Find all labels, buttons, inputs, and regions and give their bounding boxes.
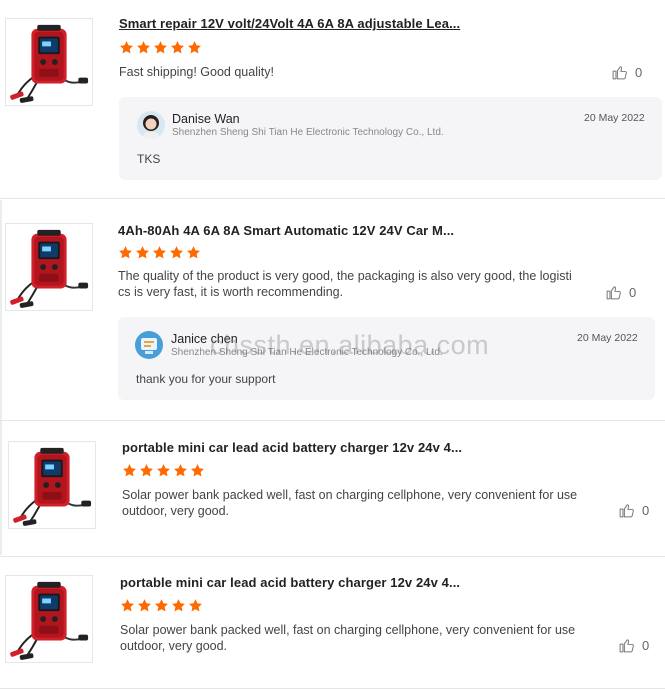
review-text-line: Solar power bank packed well, fast on ch… — [122, 488, 578, 502]
review-card: portable mini car lead acid battery char… — [0, 425, 665, 555]
star-icon — [120, 598, 135, 613]
review-card: 4Ah-80Ah 4A 6A 8A Smart Automatic 12V 24… — [0, 203, 665, 418]
like-button[interactable]: 0 — [611, 64, 642, 81]
rating-stars — [122, 463, 205, 478]
rating-stars — [120, 598, 203, 613]
like-count: 0 — [629, 285, 637, 300]
star-icon — [154, 598, 169, 613]
rating-stars — [118, 245, 201, 260]
supplier-company: Shenzhen Sheng Shi Tian He Electronic Te… — [172, 127, 444, 138]
star-icon — [186, 245, 201, 260]
divider — [0, 556, 665, 557]
rating-stars — [119, 40, 202, 55]
like-button[interactable]: 0 — [618, 502, 649, 519]
like-count: 0 — [635, 65, 643, 80]
review-text-line: Solar power bank packed well, fast on ch… — [120, 623, 576, 637]
thumbs-up-icon — [618, 637, 635, 654]
product-title-link[interactable]: Smart repair 12V volt/24Volt 4A 6A 8A ad… — [119, 16, 460, 31]
thumbs-up-icon — [605, 284, 622, 301]
product-thumbnail[interactable] — [5, 575, 93, 663]
thumbs-up-icon — [611, 64, 628, 81]
product-image — [9, 442, 95, 528]
star-icon — [187, 40, 202, 55]
like-count: 0 — [642, 503, 650, 518]
reply-date: 20 May 2022 — [577, 332, 638, 344]
review-text-line: The quality of the product is very good,… — [118, 269, 572, 283]
star-icon — [173, 463, 188, 478]
review-text: Fast shipping! Good quality! — [119, 65, 274, 79]
star-icon — [118, 245, 133, 260]
review-card: portable mini car lead acid battery char… — [0, 560, 665, 690]
product-image — [6, 576, 92, 662]
star-icon — [171, 598, 186, 613]
product-title-link[interactable]: portable mini car lead acid battery char… — [120, 575, 460, 590]
product-title-link[interactable]: portable mini car lead acid battery char… — [122, 440, 462, 455]
product-thumbnail[interactable] — [5, 18, 93, 106]
star-icon — [152, 245, 167, 260]
product-thumbnail[interactable] — [5, 223, 93, 311]
review-card: Smart repair 12V volt/24Volt 4A 6A 8A ad… — [0, 0, 665, 197]
star-icon — [137, 598, 152, 613]
thumbs-up-icon — [618, 502, 635, 519]
star-icon — [170, 40, 185, 55]
supplier-contact-name: Janice chen — [171, 332, 238, 346]
star-icon — [156, 463, 171, 478]
product-image — [6, 19, 92, 105]
supplier-contact-name: Danise Wan — [172, 112, 240, 126]
supplier-company: Shenzhen Sheng Shi Tian He Electronic Te… — [171, 347, 443, 358]
product-image — [6, 224, 92, 310]
avatar — [135, 331, 163, 359]
review-text-line: outdoor, very good. — [122, 504, 230, 518]
star-icon — [135, 245, 150, 260]
reply-text: TKS — [137, 152, 161, 166]
star-icon — [119, 40, 134, 55]
star-icon — [136, 40, 151, 55]
star-icon — [122, 463, 137, 478]
star-icon — [153, 40, 168, 55]
review-text-line: outdoor, very good. — [120, 639, 228, 653]
star-icon — [139, 463, 154, 478]
like-count: 0 — [642, 638, 650, 653]
star-icon — [188, 598, 203, 613]
divider — [0, 198, 665, 199]
review-text-line: cs is very fast, it is worth recommendin… — [118, 285, 344, 299]
divider — [0, 420, 665, 421]
divider — [0, 688, 665, 689]
product-thumbnail[interactable] — [8, 441, 96, 529]
product-title-link[interactable]: 4Ah-80Ah 4A 6A 8A Smart Automatic 12V 24… — [118, 223, 454, 238]
supplier-reply: Janice chen Shenzhen Sheng Shi Tian He E… — [118, 317, 655, 400]
avatar — [137, 111, 165, 139]
like-button[interactable]: 0 — [618, 637, 649, 654]
reply-text: thank you for your support — [136, 372, 276, 386]
star-icon — [169, 245, 184, 260]
like-button[interactable]: 0 — [605, 284, 636, 301]
star-icon — [190, 463, 205, 478]
supplier-reply: Danise Wan Shenzhen Sheng Shi Tian He El… — [119, 97, 662, 180]
reply-date: 20 May 2022 — [584, 112, 645, 124]
